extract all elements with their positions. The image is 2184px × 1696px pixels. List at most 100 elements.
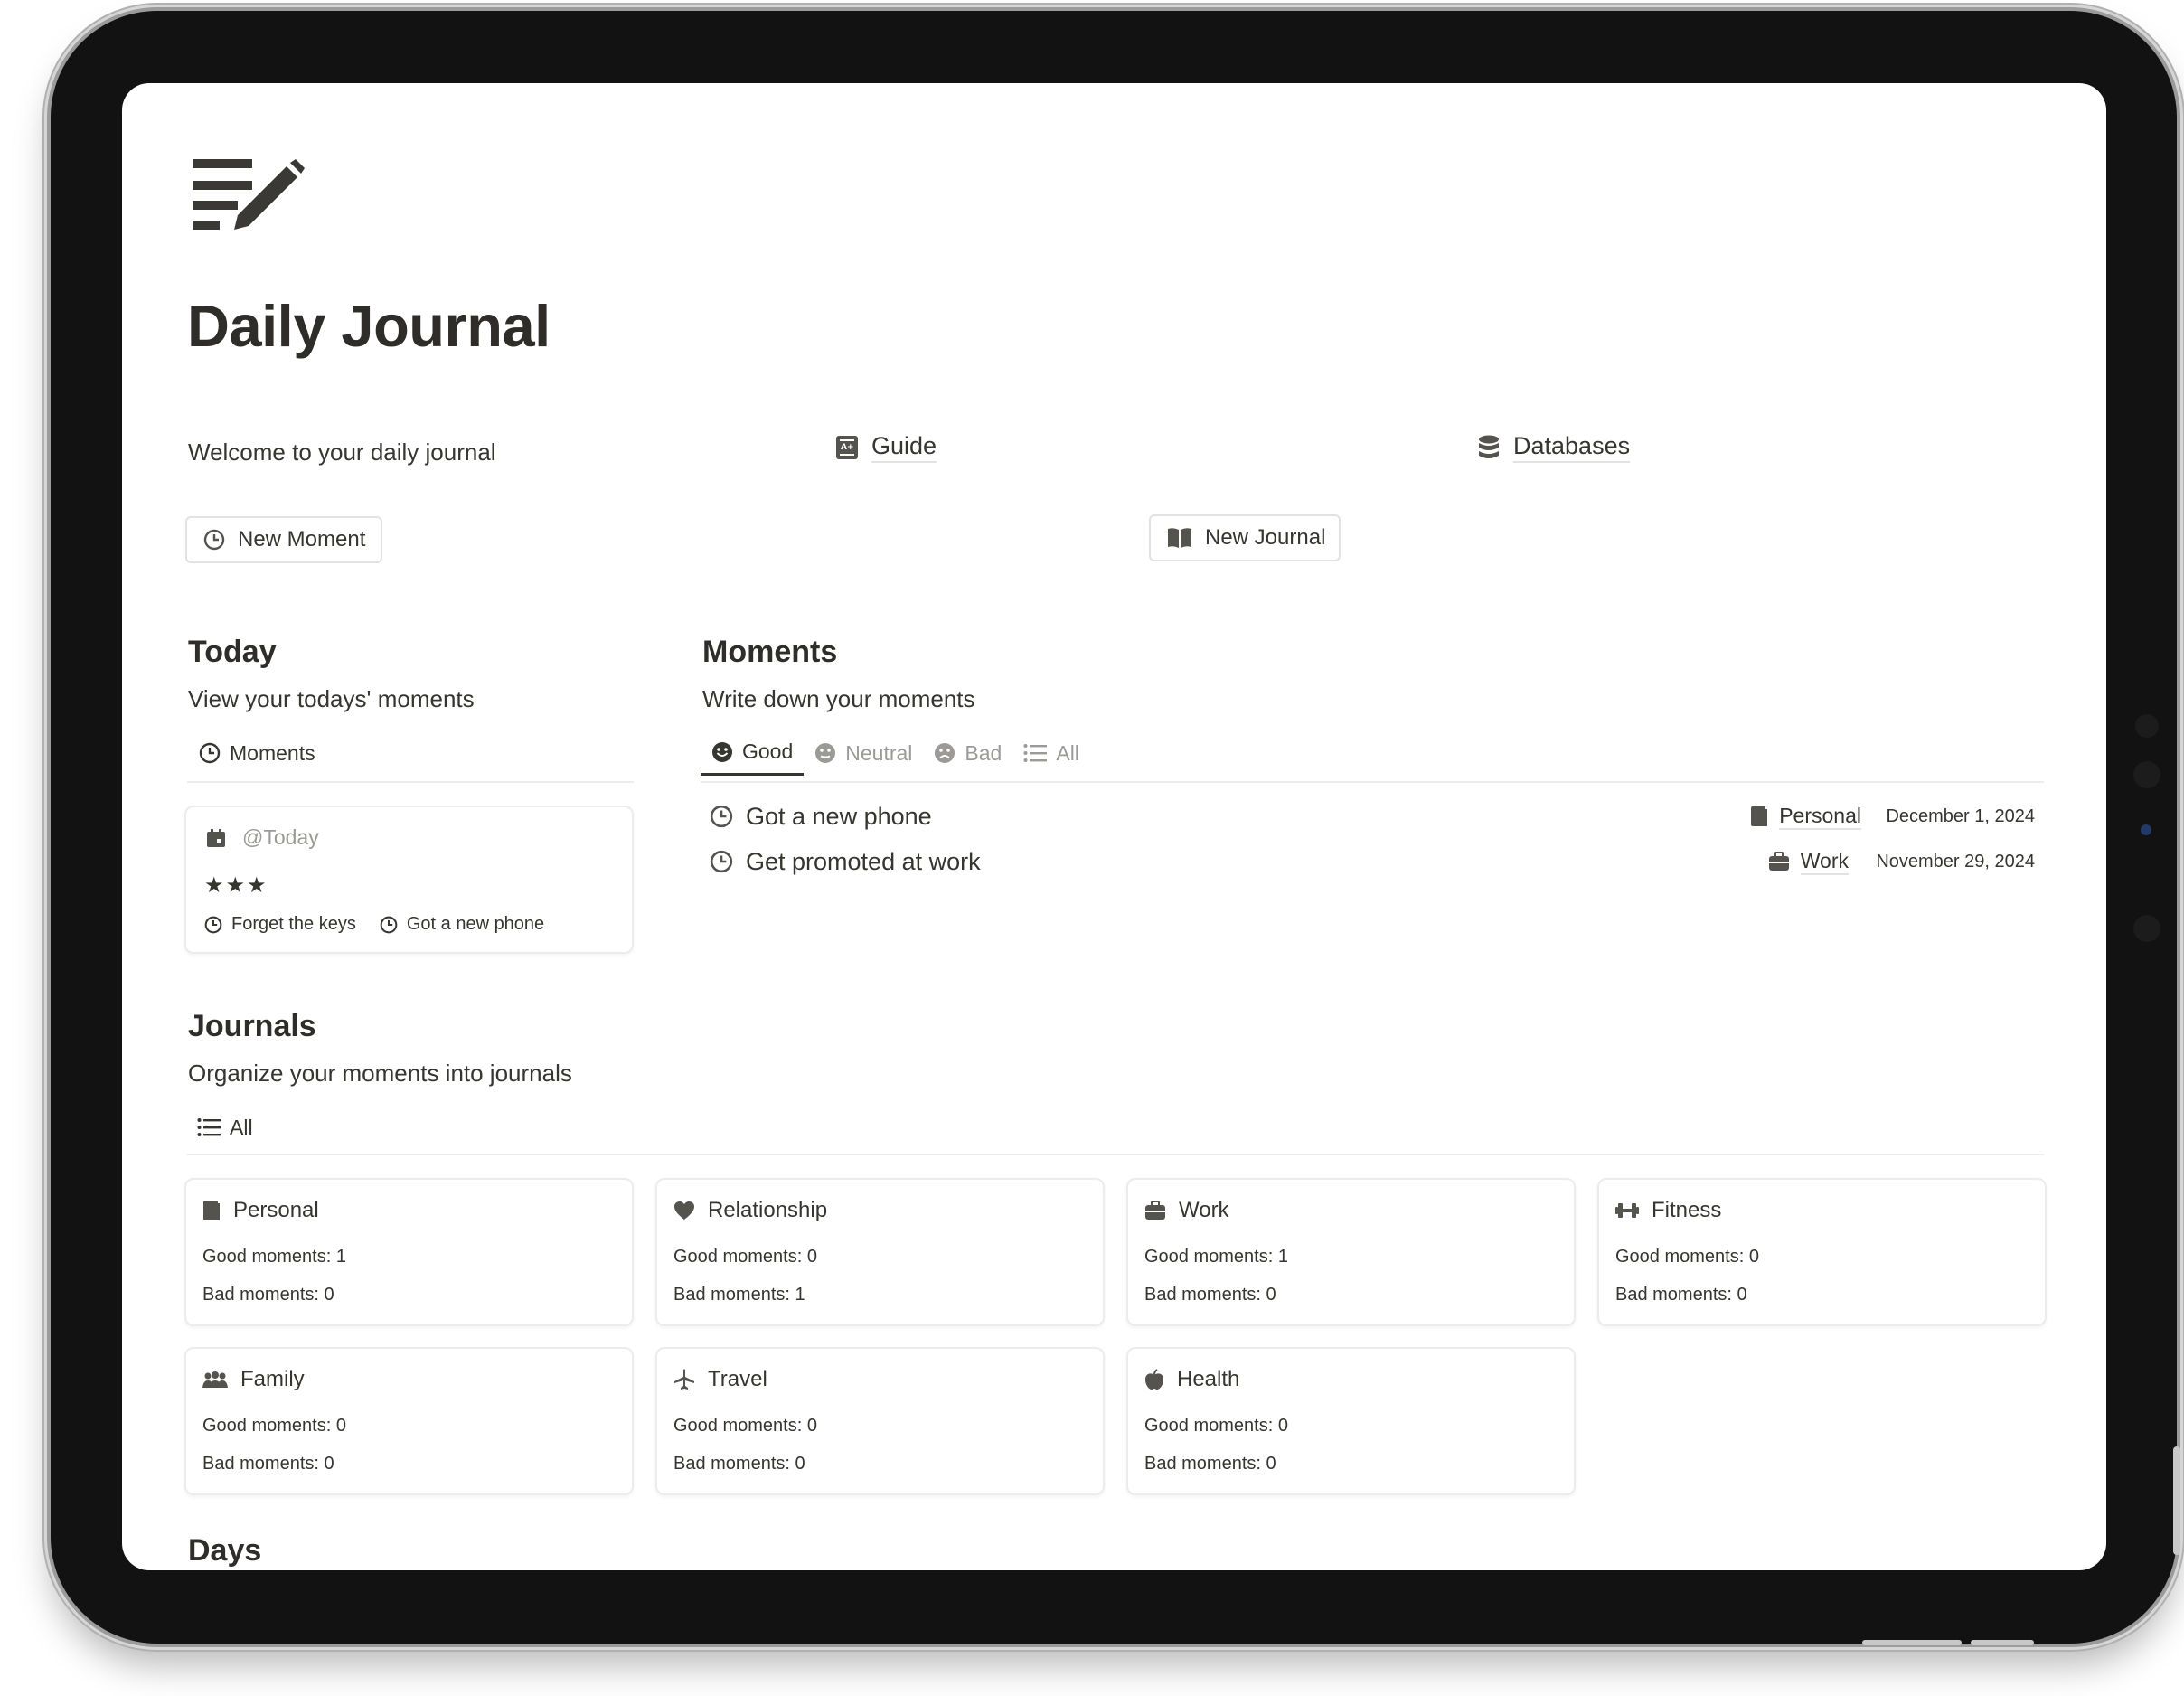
welcome-text: Welcome to your daily journal [188,438,496,466]
today-card-moments: Forget the keys Got a new phone [204,914,544,935]
journal-card-title: Work [1144,1198,1229,1223]
today-card-date: @Today [242,825,319,849]
journal-card-work[interactable]: Work Good moments: 1 Bad moments: 0 [1126,1178,1576,1326]
new-journal-button[interactable]: New Journal [1149,514,1341,561]
moments-divider [701,781,2044,783]
new-journal-label: New Journal [1205,525,1326,550]
briefcase-icon [1144,1201,1166,1220]
journal-card-personal[interactable]: Personal Good moments: 1 Bad moments: 0 [184,1178,634,1326]
tab-all-journals[interactable]: All [188,1105,264,1150]
bad-moments-count: Bad moments: 0 [1144,1454,1276,1474]
rating-stars: ★★★ [204,873,268,898]
good-moments-count: Good moments: 0 [1144,1416,1288,1436]
moment-row[interactable]: Got a new phone Personal December 1, 202… [710,798,2035,834]
today-heading: Today [188,635,277,669]
people-icon [202,1371,228,1389]
tab-all-journals-label: All [230,1115,253,1139]
tab-bad[interactable]: Bad [923,730,1012,776]
today-view-tabs: Moments [188,730,326,776]
new-moment-button[interactable]: New Moment [185,516,382,563]
apple-icon [1144,1369,1164,1390]
databases-link[interactable]: Databases [1477,432,1631,464]
journal-card-title: Fitness [1615,1198,1721,1223]
clock-icon [710,805,733,828]
new-moment-label: New Moment [238,527,366,551]
journal-card-title: Relationship [673,1198,827,1223]
today-card[interactable]: @Today ★★★ Forget the keys Got a new pho… [184,806,634,954]
list-icon [197,1117,221,1137]
guide-link-label: Guide [871,432,937,464]
journals-divider [187,1154,2044,1155]
journal-card-fitness[interactable]: Fitness Good moments: 0 Bad moments: 0 [1597,1178,2047,1326]
journal-name: Relationship [708,1198,828,1222]
today-divider [187,781,634,783]
camera-lens [2133,761,2160,788]
clock-icon [710,850,733,873]
calendar-icon [206,828,226,848]
svg-text:A+: A+ [841,443,854,452]
bad-moments-count: Bad moments: 0 [1144,1285,1276,1305]
tab-moments[interactable]: Moments [188,730,326,776]
tab-good[interactable]: Good [701,730,805,776]
moment-title: Get promoted at work [746,847,981,875]
good-moments-count: Good moments: 1 [202,1247,346,1267]
bad-moments-count: Bad moments: 0 [202,1285,334,1305]
journal-card-family[interactable]: Family Good moments: 0 Bad moments: 0 [184,1347,634,1495]
bottom-button-2 [1971,1640,2034,1645]
side-sensor [2135,714,2159,738]
bottom-button [1862,1640,1962,1645]
moment-date: November 29, 2024 [1876,851,2035,872]
databases-link-label: Databases [1513,432,1631,464]
journal-name: Fitness [1652,1198,1722,1222]
journal-card-title: Personal [202,1198,319,1223]
journal-name: Family [240,1367,305,1391]
journal-write-icon [193,159,306,231]
moment-title: Got a new phone [746,802,932,830]
journal-card-travel[interactable]: Travel Good moments: 0 Bad moments: 0 [655,1347,1105,1495]
heart-icon [673,1201,695,1220]
guide-book-icon: A+ [835,435,859,460]
moment-row[interactable]: Get promoted at work Work November 29, 2… [710,843,2035,880]
side-sensor-2 [2133,915,2160,942]
dumbbell-icon [1615,1201,1639,1220]
journal-name: Work [1179,1198,1229,1222]
notion-page: Daily Journal Welcome to your daily jour… [122,83,2106,1570]
guide-link[interactable]: A+ Guide [835,432,937,464]
clock-icon [380,916,398,934]
camera-dot [2141,824,2151,835]
journals-heading: Journals [188,1009,316,1043]
moment-chip[interactable]: Got a new phone [407,914,544,935]
bad-moments-count: Bad moments: 0 [673,1454,805,1474]
page-title: Daily Journal [187,293,551,359]
moments-heading: Moments [702,635,838,669]
today-card-date-row: @Today [206,825,319,850]
journal-card-health[interactable]: Health Good moments: 0 Bad moments: 0 [1126,1347,1576,1495]
moment-chip[interactable]: Forget the keys [231,914,356,935]
good-moments-count: Good moments: 0 [1615,1247,1759,1267]
moments-description: Write down your moments [702,685,975,712]
good-moments-count: Good moments: 1 [1144,1247,1288,1267]
tab-neutral-label: Neutral [845,740,913,765]
tab-moments-label: Moments [230,740,315,765]
journal-name: Travel [708,1367,767,1391]
frown-icon [934,742,956,764]
today-description: View your todays' moments [188,685,475,712]
journal-card-title: Health [1144,1367,1239,1392]
clock-icon [203,529,225,551]
clock-icon [199,742,221,764]
journals-view-tabs: All [188,1105,264,1150]
tab-neutral[interactable]: Neutral [804,730,923,776]
briefcase-icon [1768,852,1790,872]
tab-all-moments[interactable]: All [1012,730,1090,776]
journal-card-relationship[interactable]: Relationship Good moments: 0 Bad moments… [655,1178,1105,1326]
database-icon [1477,435,1501,460]
neutral-face-icon [814,742,836,764]
tab-good-label: Good [742,740,794,763]
moment-journal[interactable]: Work [1800,849,1849,875]
list-icon [1023,743,1048,763]
journals-description: Organize your moments into journals [188,1060,572,1087]
journal-name: Personal [233,1198,319,1222]
moment-journal[interactable]: Personal [1779,804,1861,830]
journal-card-title: Family [202,1367,305,1392]
good-moments-count: Good moments: 0 [673,1416,817,1436]
